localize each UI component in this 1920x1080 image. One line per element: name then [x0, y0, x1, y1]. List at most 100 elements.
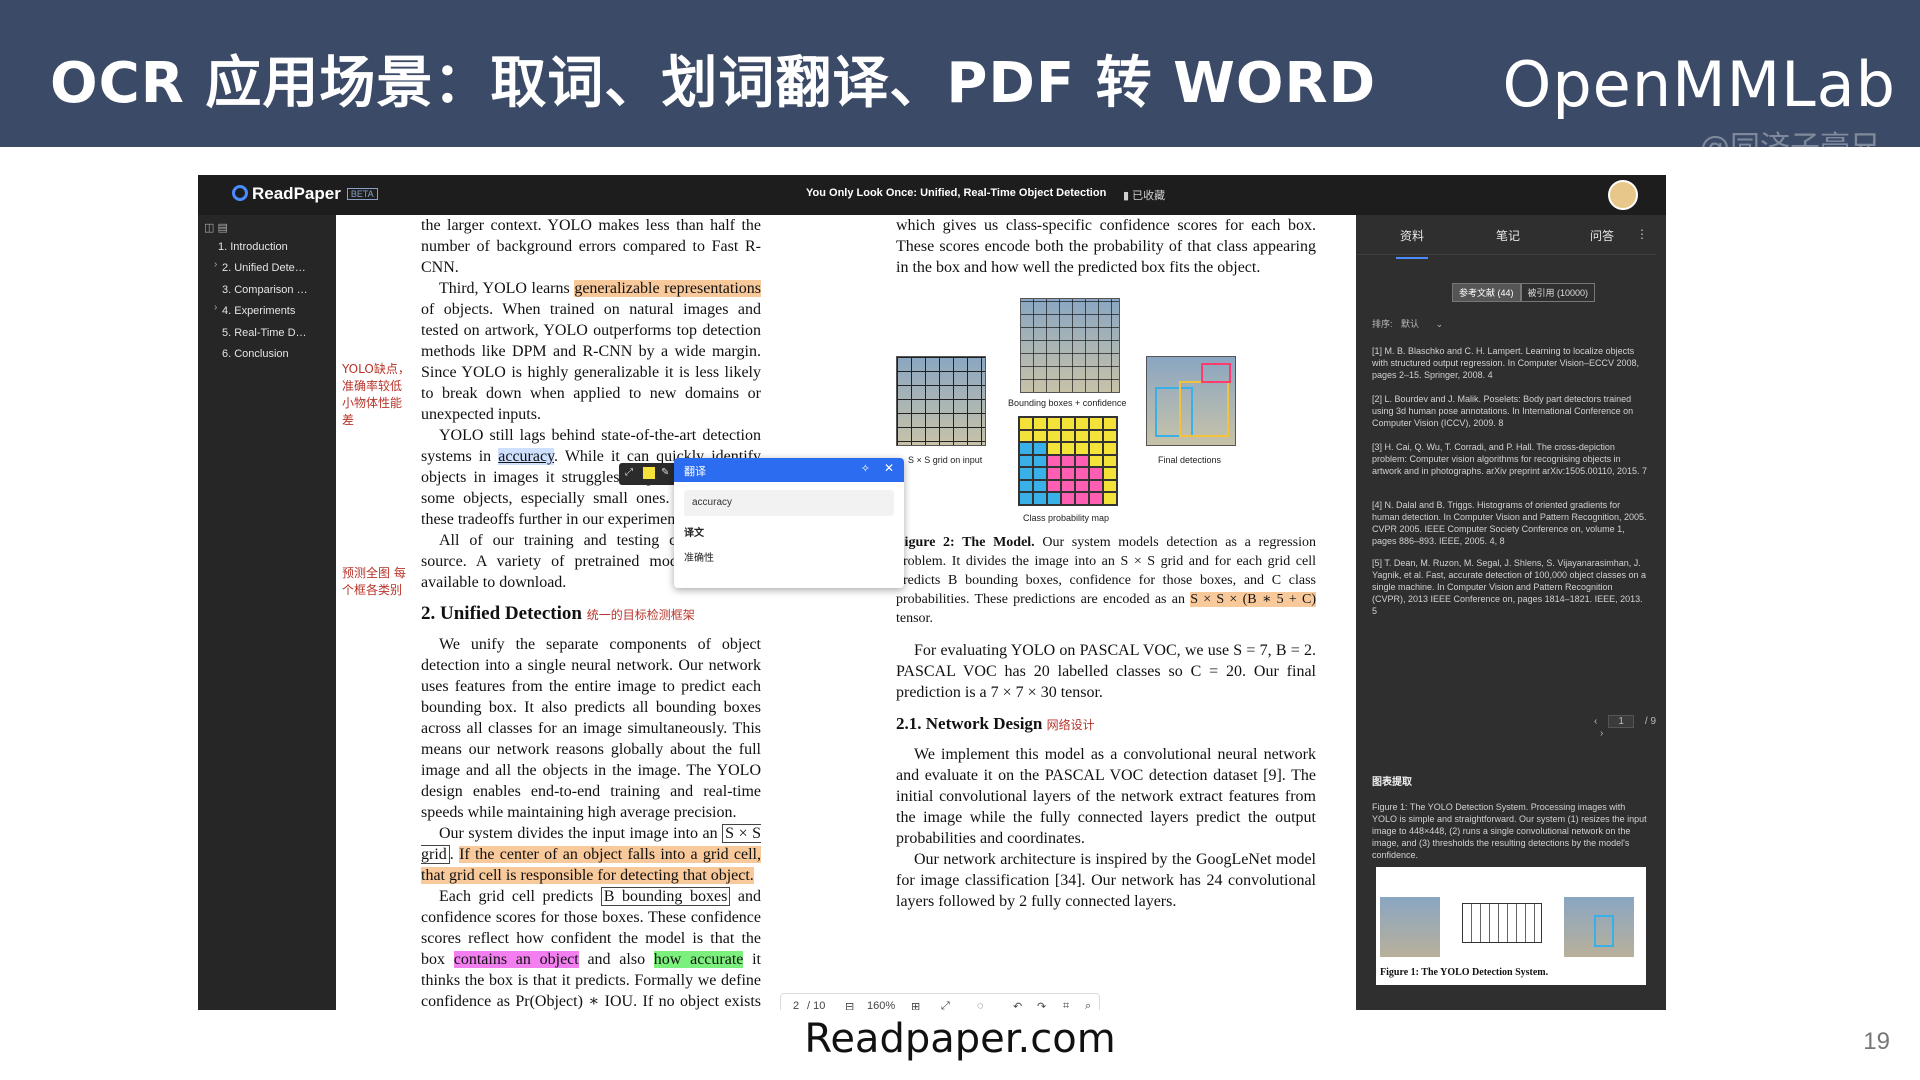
- next-page-icon[interactable]: ›: [1600, 728, 1603, 739]
- slide-header: OCR 应用场景：取词、划词翻译、PDF 转 WORD OpenMMLab @同…: [0, 0, 1920, 165]
- translation-result: 准确性: [684, 553, 714, 564]
- right-panel: 资料 笔记 问答 ⋮ 参考文献 (44) 被引用 (10000) 排序: 默认 ⌄…: [1356, 215, 1666, 1010]
- highlight-orange[interactable]: If the center of an object falls into a …: [421, 846, 762, 884]
- handwritten-note-unified: 统一的目标检测框架: [586, 608, 695, 622]
- highlight-orange[interactable]: generalizable representations: [574, 280, 762, 297]
- reference-item[interactable]: [2] L. Bourdev and J. Malik. Poselets: B…: [1372, 393, 1648, 429]
- toc-item-comparison[interactable]: 3. Comparison …: [222, 284, 308, 296]
- zoom-in-icon[interactable]: ⊞: [911, 1000, 920, 1010]
- highlight-color-icon[interactable]: [643, 467, 655, 479]
- tab-resources[interactable]: 资料: [1395, 227, 1429, 259]
- highlight-green[interactable]: how accurate: [653, 951, 744, 968]
- footer-url: Readpaper.com: [804, 1016, 1116, 1062]
- extracted-figure-caption: Figure 1: The YOLO Detection System. Pro…: [1372, 802, 1647, 860]
- extracted-figure-thumbnail[interactable]: Figure 1: The YOLO Detection System.: [1376, 867, 1646, 985]
- crop-icon[interactable]: ⌗: [1063, 1000, 1069, 1010]
- toc-item-unified-detection[interactable]: 2. Unified Dete…: [222, 262, 306, 274]
- references-tab[interactable]: 参考文献 (44): [1452, 283, 1521, 302]
- section-heading: 2. Unified Detection 统一的目标检测框架: [421, 603, 761, 626]
- section-heading: 2.1. Network Design 网络设计: [896, 713, 1316, 736]
- sort-label: 排序:: [1372, 319, 1393, 329]
- app-topbar: ReadPaper BETA You Only Look Once: Unifie…: [198, 175, 1666, 215]
- pager-current[interactable]: 1: [1608, 715, 1635, 728]
- page-total: / 10: [807, 1000, 826, 1010]
- figure-label: S × S grid on input: [908, 455, 983, 465]
- fit-page-icon[interactable]: ⤢: [941, 1000, 950, 1010]
- reference-item[interactable]: [4] N. Dalal and B. Triggs. Histograms o…: [1372, 499, 1648, 547]
- chevron-right-icon[interactable]: ›: [214, 259, 217, 270]
- chevron-right-icon[interactable]: ›: [214, 302, 217, 313]
- prev-page-icon[interactable]: ‹: [1594, 716, 1597, 727]
- paragraph: Third, YOLO learns generalizable represe…: [421, 278, 762, 425]
- grid-input-image: [896, 356, 986, 446]
- annotation-toolbar: ⤢ ✎: [619, 463, 681, 485]
- bounding-box-image: [1020, 298, 1120, 393]
- page-number-input[interactable]: 2: [793, 1000, 799, 1010]
- redo-icon[interactable]: ↷: [1037, 1000, 1046, 1010]
- bookmark-button[interactable]: ▮ 已收藏: [1123, 187, 1165, 203]
- toc-item-conclusion[interactable]: 6. Conclusion: [222, 348, 289, 360]
- text-span: .: [449, 846, 460, 863]
- logo-text: ReadPaper: [252, 184, 341, 203]
- translate-icon[interactable]: ⤢: [625, 467, 637, 479]
- edit-icon[interactable]: ✎: [661, 467, 673, 479]
- final-detections-image: [1146, 356, 1236, 446]
- close-icon[interactable]: ✕: [884, 461, 894, 475]
- reference-item[interactable]: [5] T. Dean, M. Ruzon, M. Segal, J. Shle…: [1372, 557, 1648, 617]
- paragraph: Our network architecture is inspired by …: [896, 851, 1316, 910]
- tab-notes[interactable]: 笔记: [1496, 227, 1520, 244]
- pdf-page[interactable]: YOLO缺点，准确率较低 小物体性能差 预测全图 每个框各类别 the larg…: [336, 215, 1356, 1010]
- pin-icon[interactable]: ✧: [861, 462, 870, 475]
- translation-label: 译文: [684, 528, 704, 539]
- more-options-icon[interactable]: ⋮: [1636, 227, 1648, 241]
- readpaper-logo[interactable]: ReadPaper BETA: [232, 184, 378, 204]
- reference-item[interactable]: [3] H. Cai, Q. Wu, T. Corradi, and P. Ha…: [1372, 441, 1648, 477]
- reference-pager: ‹ 1 / 9 ›: [1594, 715, 1666, 739]
- zoom-out-icon[interactable]: ⊟: [845, 1000, 854, 1010]
- sidebar-toggle-icon[interactable]: ◫ ▤: [204, 221, 228, 234]
- user-avatar[interactable]: [1608, 180, 1638, 210]
- beta-badge: BETA: [346, 188, 378, 200]
- references-toggle: 参考文献 (44) 被引用 (10000): [1452, 283, 1596, 302]
- paragraph: We implement this model as a convolution…: [896, 746, 1316, 847]
- reference-item[interactable]: [1] M. B. Blaschko and C. H. Lampert. Le…: [1372, 345, 1648, 381]
- handwritten-note-network: 网络设计: [1046, 718, 1095, 732]
- selected-word-accuracy[interactable]: accuracy: [498, 448, 555, 465]
- outline-sidebar: ◫ ▤ 1. Introduction › 2. Unified Dete… 3…: [198, 215, 336, 1010]
- toc-item-experiments[interactable]: 4. Experiments: [222, 305, 295, 317]
- undo-icon[interactable]: ↶: [1013, 1000, 1022, 1010]
- chevron-down-icon: ⌄: [1435, 319, 1444, 329]
- watermark: @同济子豪兄: [1700, 130, 1880, 165]
- boxed-annotation[interactable]: B bounding boxes: [600, 887, 731, 906]
- highlight-pink[interactable]: contains an object: [453, 951, 579, 968]
- slide-page-number: 19: [1863, 1028, 1890, 1055]
- bookmark-label: 已收藏: [1132, 190, 1166, 202]
- thumb-caption: Figure 1: The YOLO Detection System.: [1380, 967, 1549, 978]
- figure-label: Class probability map: [1023, 513, 1110, 523]
- figure-extraction-title: 图表提取: [1372, 777, 1412, 788]
- toc-item-introduction[interactable]: 1. Introduction: [218, 241, 288, 253]
- pdf-toolbar: 2 / 10 ⊟ 160% ⊞ ⤢ ◌ ↶ ↷ ⌗ ⌕: [780, 993, 1100, 1010]
- section-title: 2.1. Network Design: [896, 714, 1043, 733]
- figure-label: Bounding boxes + confidence: [1008, 398, 1127, 408]
- section-title: 2. Unified Detection: [421, 603, 582, 624]
- sort-control[interactable]: 排序: 默认 ⌄: [1372, 317, 1443, 330]
- toc-item-real-time[interactable]: 5. Real-Time D…: [222, 327, 307, 339]
- paper-left-column: the larger context. YOLO makes less than…: [421, 215, 762, 1010]
- pager-total: / 9: [1644, 716, 1657, 727]
- eye-icon[interactable]: ◌: [977, 1000, 984, 1010]
- search-icon[interactable]: ⌕: [1085, 1000, 1091, 1010]
- zoom-level[interactable]: 160%: [867, 1000, 895, 1010]
- figure-2: S × S grid on input Bounding boxes + con…: [896, 278, 1316, 533]
- readpaper-app: ReadPaper BETA You Only Look Once: Unifie…: [198, 175, 1666, 1010]
- popup-title: 翻译: [684, 466, 706, 478]
- popup-header: 翻译 ✧ ✕: [674, 458, 904, 482]
- thumb-network-diagram: [1462, 903, 1542, 943]
- text-span: Third, YOLO learns: [439, 280, 575, 297]
- source-text-field[interactable]: accuracy: [684, 490, 894, 516]
- text-span: of objects. When trained on natural imag…: [421, 301, 761, 423]
- tab-qa[interactable]: 问答: [1590, 227, 1614, 244]
- paragraph: which gives us class-specific confidence…: [896, 217, 1316, 276]
- cited-by-tab[interactable]: 被引用 (10000): [1520, 283, 1596, 302]
- highlight-orange[interactable]: S × S × (B ∗ 5 + C): [1190, 592, 1316, 607]
